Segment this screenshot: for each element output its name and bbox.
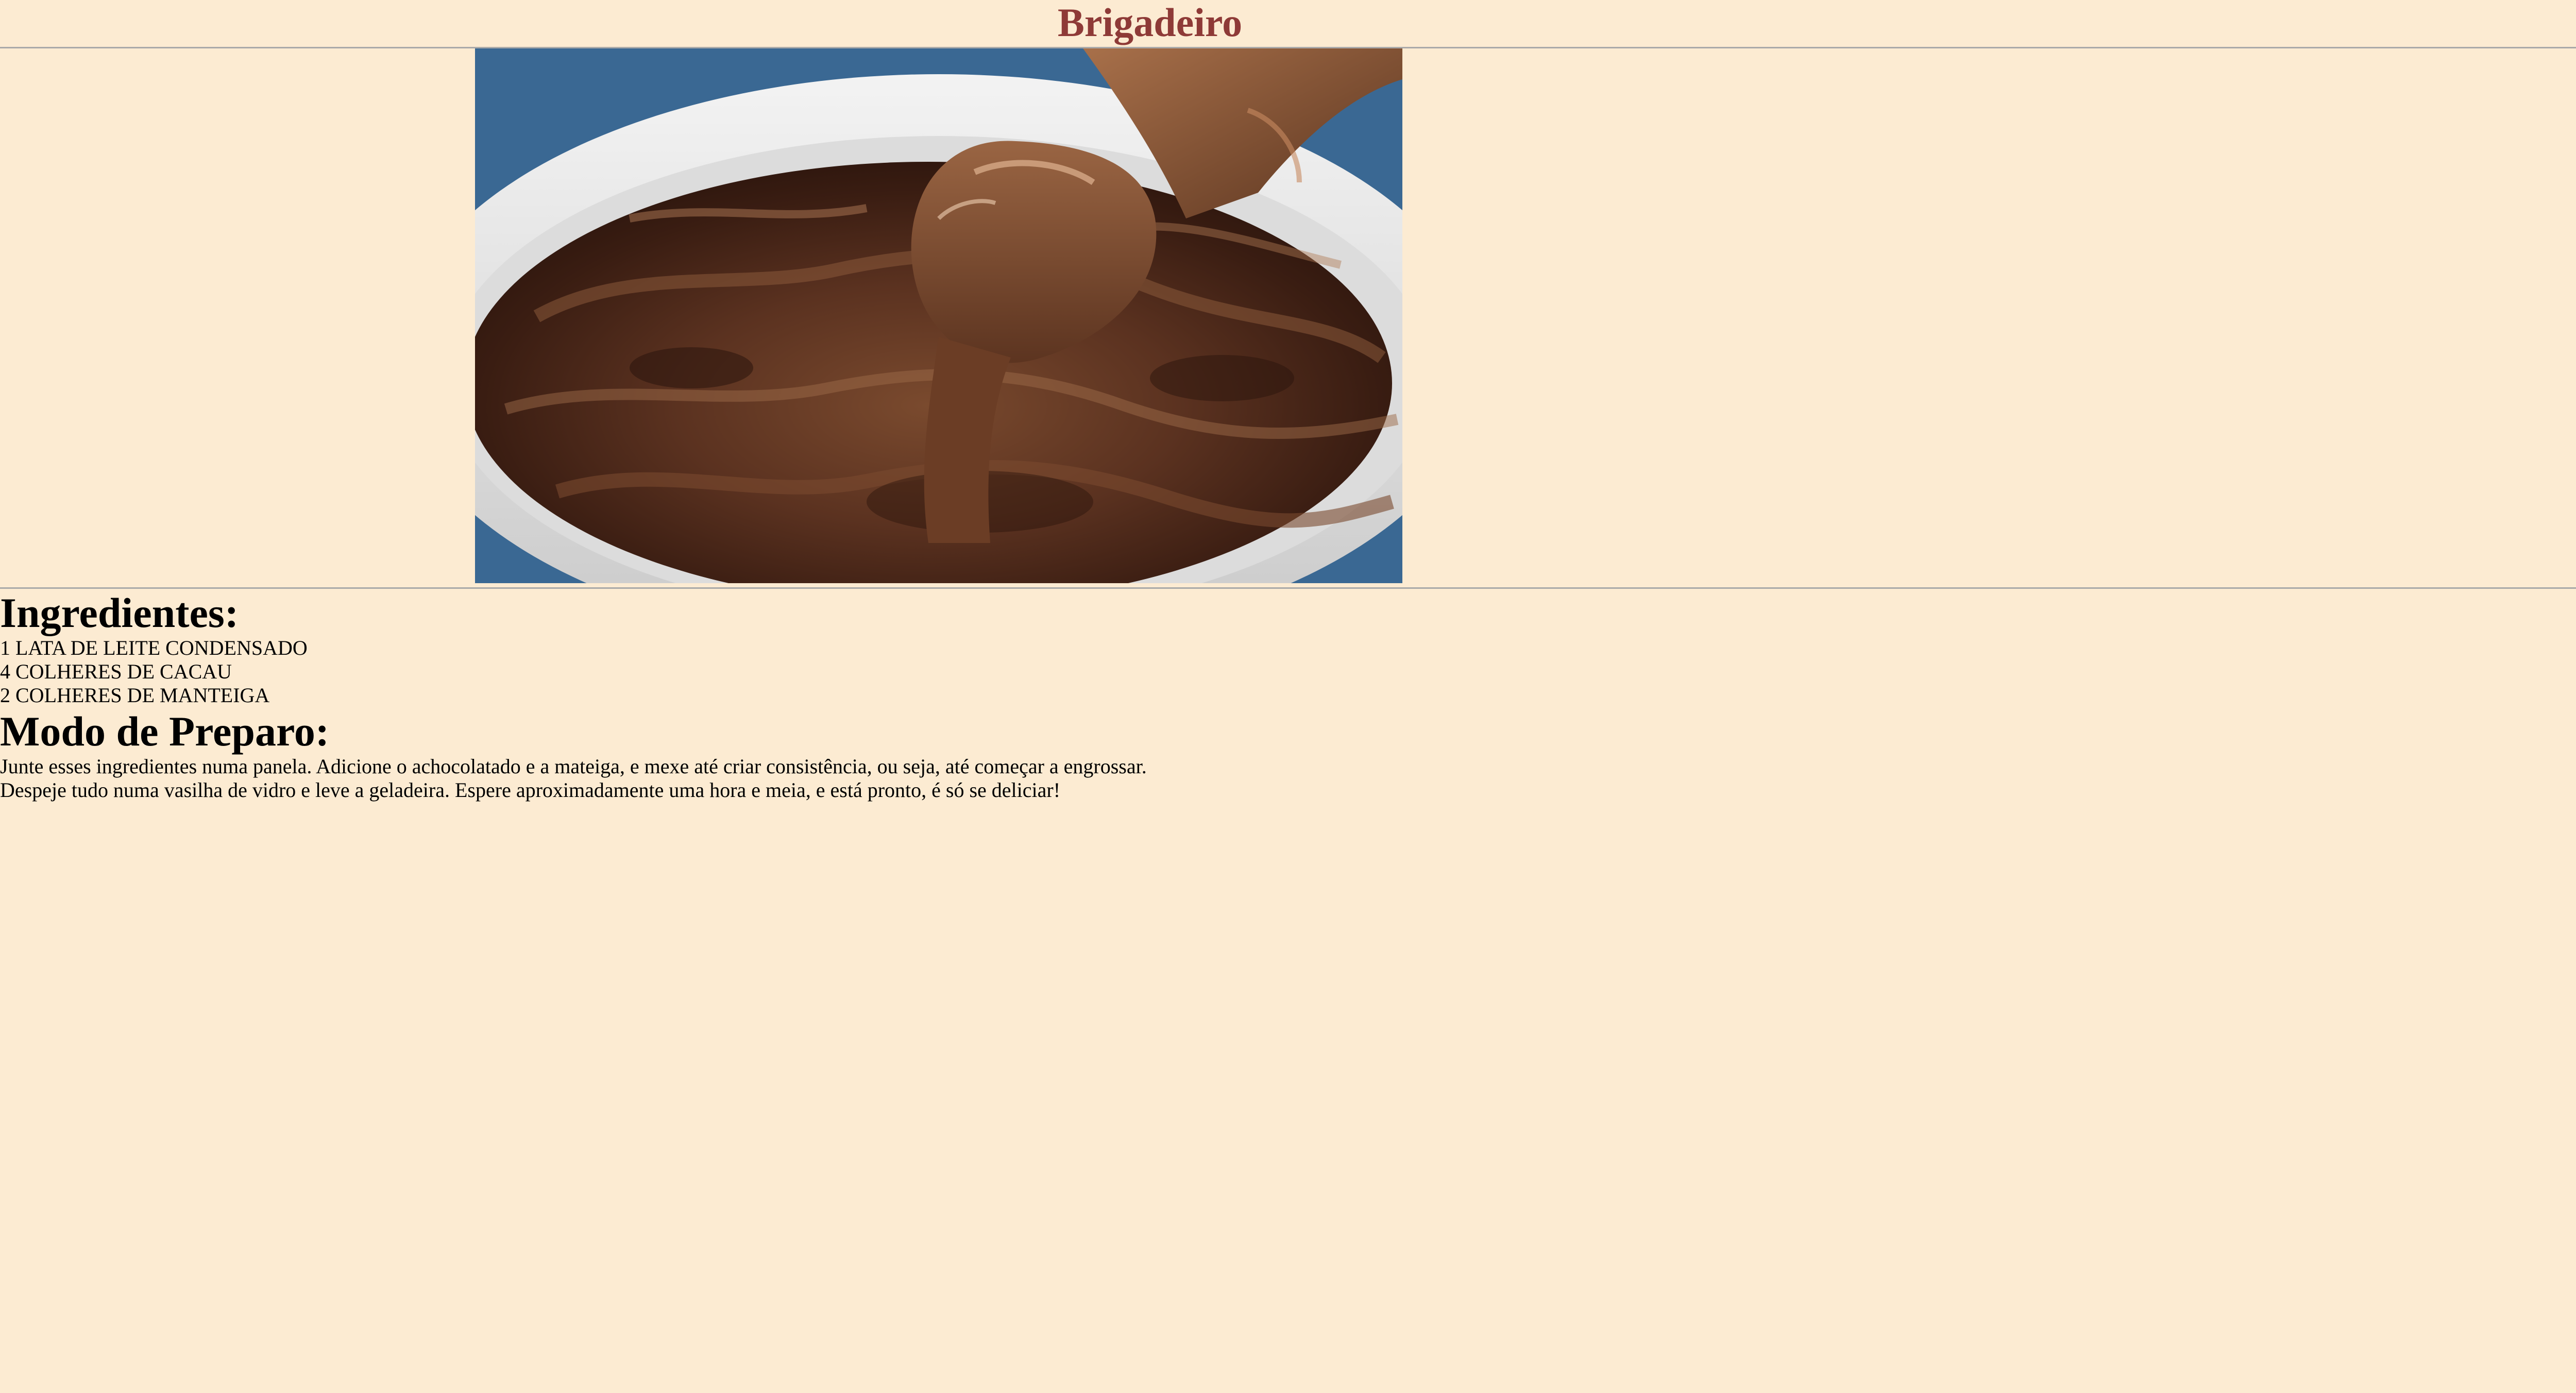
ingredients-heading: Ingredientes:: [0, 589, 239, 636]
preparation-line: Junte esses ingredientes numa panela. Ad…: [0, 755, 1147, 778]
preparation-heading: Modo de Preparo:: [0, 708, 330, 755]
brigadeiro-photo: [475, 48, 1402, 583]
preparation-line: Despeje tudo numa vasilha de vidro e lev…: [0, 778, 1061, 802]
middle-divider: [0, 587, 2576, 589]
ingredient-item: 4 COLHERES DE CACAU: [0, 660, 232, 683]
page-title: Brigadeiro: [1057, 0, 1243, 45]
ingredient-item: 1 LATA DE LEITE CONDENSADO: [0, 636, 308, 659]
ingredient-item: 2 COLHERES DE MANTEIGA: [0, 684, 270, 707]
